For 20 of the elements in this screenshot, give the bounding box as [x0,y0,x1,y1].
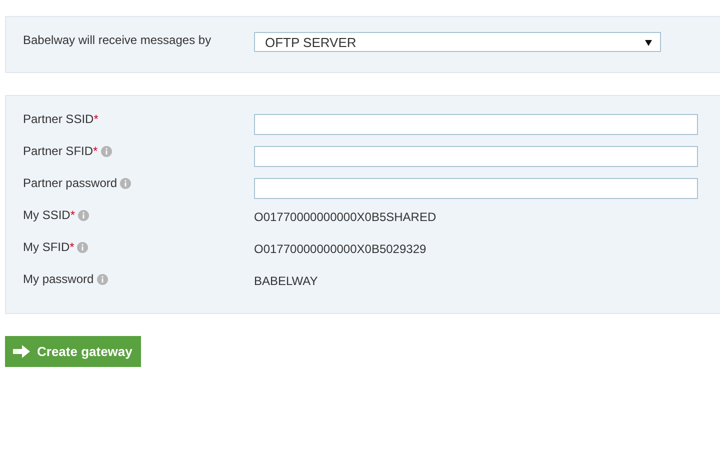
field-label: My password [23,272,94,286]
input-field[interactable] [254,146,698,167]
field-value: O01770000000000X0B5SHARED [254,209,436,224]
field-label: My SSID [23,208,70,222]
field-label: My SFID [23,240,70,254]
field-value: BABELWAY [254,273,318,288]
required-mark: * [94,112,98,126]
field-label: Partner SFID [23,144,94,158]
field-label: Partner SSID [23,112,94,126]
caret-icon [645,38,652,46]
arrow-icon [13,345,30,358]
field-label: Partner password [23,176,118,190]
required-mark: * [93,144,98,158]
required-mark: * [70,208,76,222]
input-field[interactable] [254,178,698,199]
field-value: O01770000000000X0B5029329 [254,241,426,256]
protocol-dropdown[interactable]: OFTP SERVER [254,32,661,52]
input-field[interactable] [254,114,698,135]
required-mark: * [70,240,74,254]
field-label: Babelway will receive messages by [23,33,212,47]
